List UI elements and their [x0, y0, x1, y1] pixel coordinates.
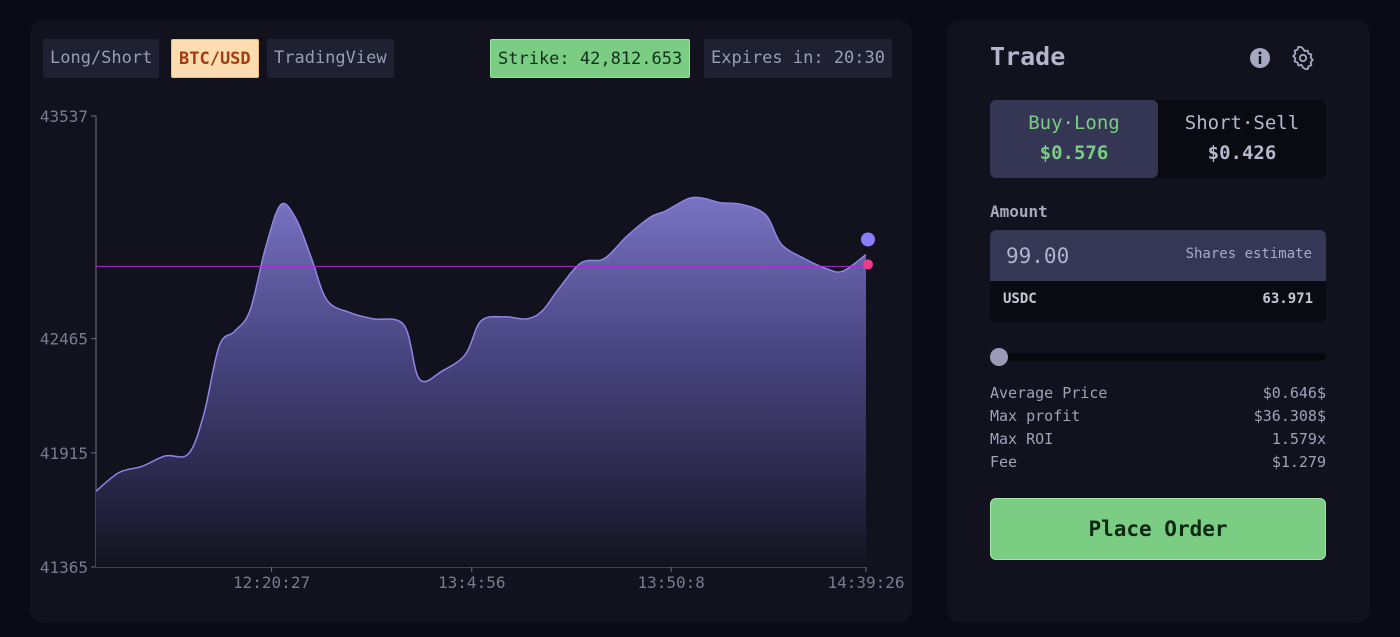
usdc-label: USDC	[1003, 291, 1037, 307]
y-tick-label: 43537	[40, 107, 88, 126]
y-tick-label: 42465	[40, 330, 88, 349]
x-tick-label: 13:4:56	[438, 573, 505, 592]
stat-label: Average Price	[990, 384, 1108, 402]
stat-fee: Fee $1.279	[990, 453, 1326, 476]
buy-long-option[interactable]: Buy·Long $0.576	[990, 100, 1158, 178]
amount-box: Shares estimate USDC 63.971	[990, 230, 1326, 322]
stat-value: $0.646$	[1262, 384, 1326, 402]
x-tick-label: 13:50:8	[637, 573, 704, 592]
buy-label: Buy·Long	[1028, 112, 1120, 134]
amount-label: Amount	[990, 202, 1048, 221]
stat-max-profit: Max profit $36.308$	[990, 407, 1326, 430]
stat-average-price: Average Price $0.646$	[990, 384, 1326, 407]
price-chart: 43537 42465 41915 41365 12:20:27 13:4:56 13:5…	[40, 107, 905, 592]
amount-input-wrap: Shares estimate	[990, 230, 1326, 281]
chart-panel: Long/Short BTC/USD TradingView Strike: 4…	[30, 20, 912, 623]
stat-value: 1.579x	[1271, 430, 1326, 448]
gear-icon[interactable]	[1291, 46, 1315, 70]
shares-estimate: Shares estimate	[1185, 246, 1312, 262]
y-tick-label: 41365	[40, 558, 88, 577]
side-toggle: Buy·Long $0.576 Short·Sell $0.426	[990, 100, 1326, 178]
amount-input[interactable]	[1006, 240, 1166, 272]
short-sell-option[interactable]: Short·Sell $0.426	[1158, 100, 1326, 178]
buy-price: $0.576	[1039, 142, 1109, 164]
stat-label: Fee	[990, 453, 1018, 471]
stat-max-roi: Max ROI 1.579x	[990, 430, 1326, 453]
trade-title: Trade	[990, 42, 1066, 71]
x-tick-label: 14:39:26	[827, 573, 904, 592]
sell-price: $0.426	[1207, 142, 1277, 164]
strike-dot	[863, 259, 873, 270]
stat-label: Max profit	[990, 407, 1081, 425]
trade-panel: Trade Buy·Long $0.576 Short·Sell $0.426 …	[947, 20, 1370, 623]
sell-label: Short·Sell	[1184, 112, 1300, 134]
info-icon[interactable]	[1248, 46, 1272, 70]
usdc-value: 63.971	[1262, 291, 1313, 307]
stat-value: $36.308$	[1253, 407, 1326, 425]
order-stats: Average Price $0.646$ Max profit $36.308…	[990, 384, 1326, 476]
place-order-button[interactable]: Place Order	[990, 498, 1326, 560]
stat-label: Max ROI	[990, 430, 1054, 448]
slider-thumb[interactable]	[990, 348, 1008, 366]
stat-value: $1.279	[1271, 453, 1326, 471]
y-tick-label: 41915	[40, 444, 88, 463]
amount-slider[interactable]	[990, 348, 1326, 366]
current-price-dot	[861, 232, 875, 247]
x-tick-label: 12:20:27	[233, 573, 310, 592]
